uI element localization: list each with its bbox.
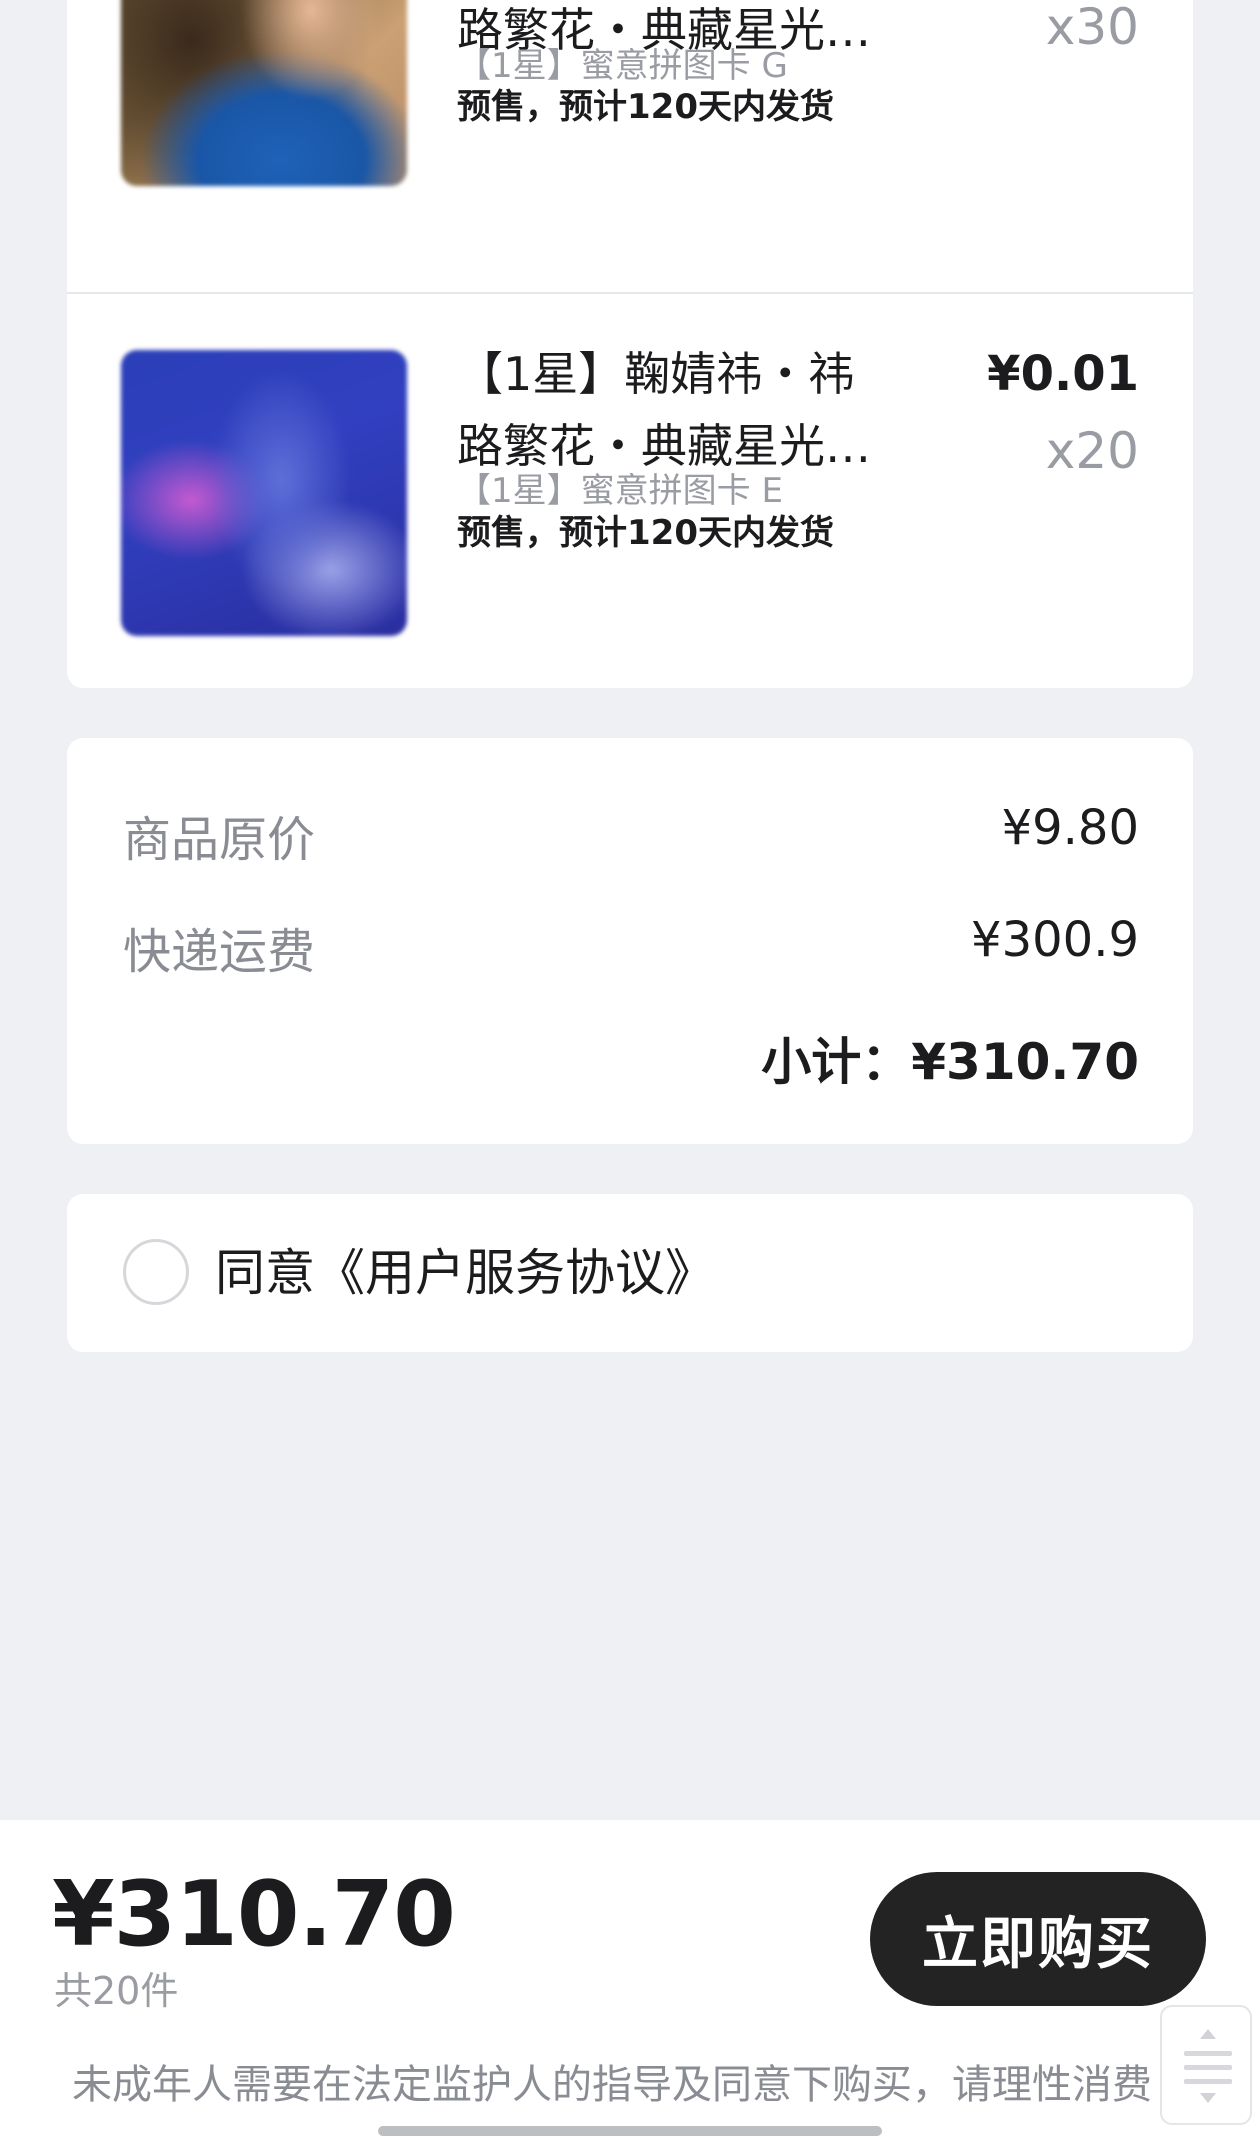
original-price-label: 商品原价 <box>123 812 316 868</box>
subtotal: 小计：¥310.70 <box>761 1033 1139 1091</box>
minor-purchase-notice: 未成年人需要在法定监护人的指导及同意下购买，请理性消费 <box>72 2062 1152 2108</box>
home-indicator <box>378 2126 882 2136</box>
presale-notice: 预售，预计120天内发货 <box>457 87 834 127</box>
checkout-bar: ¥310.70 共20件 立即购买 未成年人需要在法定监护人的指导及同意下购买，… <box>0 1820 1260 2140</box>
total-price: ¥310.70 <box>52 1862 456 1967</box>
order-items-card: 路繁花・典藏星光… 【1星】蜜意拼图卡 G 预售，预计120天内发货 x30 【… <box>67 0 1193 688</box>
shipping-fee-label: 快递运费 <box>123 924 316 980</box>
product-quantity: x20 <box>1045 422 1139 480</box>
scroll-to-top-icon[interactable] <box>1160 2005 1252 2125</box>
agreement-link[interactable]: 同意《用户服务协议》 <box>215 1238 715 1308</box>
product-price: ¥0.01 <box>987 346 1139 402</box>
total-item-count: 共20件 <box>54 1969 179 2013</box>
agreement-card: 同意《用户服务协议》 <box>67 1194 1193 1352</box>
product-thumbnail[interactable] <box>121 0 407 186</box>
original-price-value: ¥9.80 <box>1001 800 1139 856</box>
agreement-radio[interactable] <box>123 1239 189 1305</box>
product-title-line1: 【1星】鞠婧祎・祎 <box>457 347 855 401</box>
shipping-fee-value: ¥300.9 <box>971 912 1139 968</box>
order-item[interactable]: 路繁花・典藏星光… 【1星】蜜意拼图卡 G 预售，预计120天内发货 x30 <box>67 0 1193 294</box>
product-title: 【1星】鞠婧祎・祎 路繁花・典藏星光… <box>457 338 1017 482</box>
product-spec: 【1星】蜜意拼图卡 G <box>457 46 788 86</box>
price-summary-card: 商品原价 ¥9.80 快递运费 ¥300.9 小计：¥310.70 <box>67 738 1193 1144</box>
order-item[interactable]: 【1星】鞠婧祎・祎 路繁花・典藏星光… 【1星】蜜意拼图卡 E 预售，预计120… <box>67 294 1193 688</box>
presale-notice: 预售，预计120天内发货 <box>457 513 834 553</box>
buy-now-button[interactable]: 立即购买 <box>870 1872 1206 2006</box>
product-quantity: x30 <box>1045 0 1139 56</box>
product-thumbnail[interactable] <box>121 350 407 636</box>
product-spec: 【1星】蜜意拼图卡 E <box>457 471 783 511</box>
